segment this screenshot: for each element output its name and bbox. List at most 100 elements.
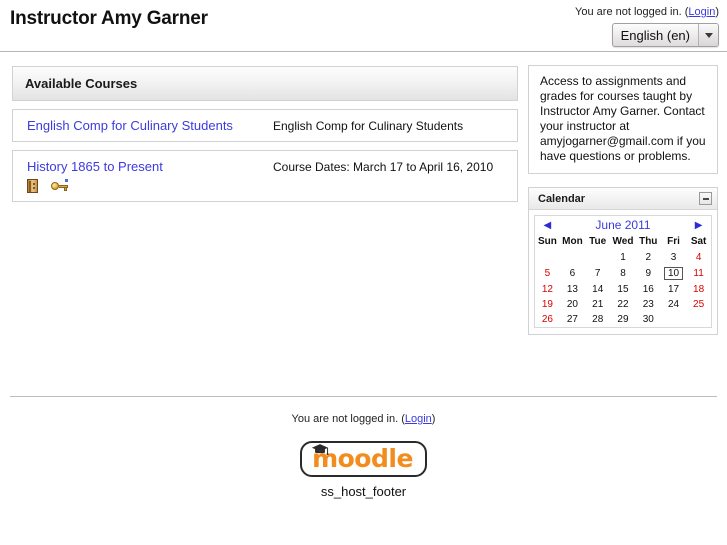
calendar-dayname: Sun xyxy=(537,236,557,247)
course-row[interactable]: English Comp for Culinary Students Engli… xyxy=(12,109,518,142)
calendar-day[interactable]: 25 xyxy=(686,297,711,312)
calendar-next-month[interactable]: ▶ xyxy=(686,216,711,235)
calendar-day[interactable]: 22 xyxy=(610,297,635,312)
language-select[interactable]: English (en) xyxy=(611,23,719,47)
calendar-day[interactable]: 7 xyxy=(585,265,610,282)
site-info-text: Access to assignments and grades for cou… xyxy=(540,74,706,163)
calendar-block: Calendar ◀ June 2011 ▶ Sun Mon Tue Wed T… xyxy=(528,187,718,335)
calendar-day-empty xyxy=(661,312,686,328)
page-body: Available Courses English Comp for Culin… xyxy=(0,52,727,396)
calendar-month-cell: June 2011 xyxy=(560,216,686,235)
calendar-day-label: 10 xyxy=(663,267,684,280)
calendar-day-empty xyxy=(535,250,560,265)
calendar-day[interactable]: 30 xyxy=(636,312,661,328)
site-info-block: Access to assignments and grades for cou… xyxy=(528,65,718,174)
calendar-day[interactable]: 14 xyxy=(585,282,610,297)
chevron-down-icon[interactable] xyxy=(698,24,718,46)
calendar-dayname: Sat xyxy=(690,236,707,247)
calendar-prev-month[interactable]: ◀ xyxy=(535,216,560,235)
course-row[interactable]: History 1865 to Present Course Dates: Ma… xyxy=(12,150,518,202)
calendar-block-header: Calendar xyxy=(529,188,717,210)
calendar-day-empty xyxy=(560,250,585,265)
calendar-day[interactable]: 23 xyxy=(636,297,661,312)
footer-login-link[interactable]: Login xyxy=(405,413,432,425)
calendar-day[interactable]: 12 xyxy=(535,282,560,297)
calendar-day-today[interactable]: 10 xyxy=(661,265,686,282)
page-header: Instructor Amy Garner You are not logged… xyxy=(0,0,727,52)
minus-icon[interactable] xyxy=(699,192,712,205)
course-summary: Course Dates: March 17 to April 16, 2010 xyxy=(273,160,494,174)
login-status-text: You are not logged in. ( xyxy=(575,6,689,18)
calendar-week-row: 5 6 7 8 9 10 11 xyxy=(535,265,712,282)
mini-calendar: ◀ June 2011 ▶ Sun Mon Tue Wed Thu Fri Sa… xyxy=(534,215,712,328)
main-content-region: Available Courses English Comp for Culin… xyxy=(12,66,518,202)
sidebar-region: Access to assignments and grades for cou… xyxy=(528,65,718,348)
calendar-dayname: Wed xyxy=(612,236,634,247)
triangle-left-icon[interactable]: ◀ xyxy=(544,220,552,231)
calendar-dayname: Tue xyxy=(589,236,607,247)
course-info: English Comp for Culinary Students xyxy=(27,118,273,133)
calendar-dayname-row: Sun Mon Tue Wed Thu Fri Sat xyxy=(535,234,712,250)
login-status: You are not logged in. (Login) xyxy=(575,6,719,18)
calendar-day[interactable]: 2 xyxy=(636,250,661,265)
calendar-day[interactable]: 1 xyxy=(610,250,635,265)
calendar-day[interactable]: 28 xyxy=(585,312,610,328)
calendar-title: Calendar xyxy=(538,192,586,205)
calendar-dayname: Fri xyxy=(667,236,680,247)
calendar-day[interactable]: 21 xyxy=(585,297,610,312)
course-link[interactable]: History 1865 to Present xyxy=(27,159,163,174)
calendar-day[interactable]: 20 xyxy=(560,297,585,312)
header-right-region: You are not logged in. (Login) English (… xyxy=(575,6,719,47)
calendar-content: ◀ June 2011 ▶ Sun Mon Tue Wed Thu Fri Sa… xyxy=(529,210,717,334)
calendar-day[interactable]: 29 xyxy=(610,312,635,328)
calendar-dayname: Thu xyxy=(639,236,658,247)
calendar-day[interactable]: 16 xyxy=(636,282,661,297)
calendar-day[interactable]: 9 xyxy=(636,265,661,282)
calendar-day[interactable]: 26 xyxy=(535,312,560,328)
calendar-week-row: 19 20 21 22 23 24 25 xyxy=(535,297,712,312)
calendar-day[interactable]: 4 xyxy=(686,250,711,265)
footer-login-close: ) xyxy=(431,413,436,425)
calendar-day[interactable]: 6 xyxy=(560,265,585,282)
calendar-month-label[interactable]: June 2011 xyxy=(595,218,650,232)
calendar-day-empty xyxy=(686,312,711,328)
calendar-day-empty xyxy=(585,250,610,265)
page-title: Instructor Amy Garner xyxy=(10,8,208,29)
course-summary: English Comp for Culinary Students xyxy=(273,119,464,133)
moodle-logo-wrap: moodle xyxy=(0,441,727,477)
calendar-day[interactable]: 24 xyxy=(661,297,686,312)
calendar-day[interactable]: 15 xyxy=(610,282,635,297)
calendar-weeks: 1 2 3 4 5 6 7 8 9 10 11 12 13 14 15 16 17 18 19 20 21 22 23 24 2… xyxy=(535,250,712,328)
footer-login-status: You are not logged in. (Login) xyxy=(0,413,727,425)
footer-divider xyxy=(10,396,717,397)
calendar-week-row: 1234 xyxy=(535,250,712,265)
language-select-value: English (en) xyxy=(620,27,690,43)
course-name: History 1865 to Present xyxy=(27,159,163,174)
calendar-day[interactable]: 17 xyxy=(661,282,686,297)
page-footer: You are not logged in. (Login) moodle ss… xyxy=(0,396,727,499)
triangle-right-icon[interactable]: ▶ xyxy=(695,220,703,231)
moodle-logo[interactable]: moodle xyxy=(300,441,427,477)
course-icon-row xyxy=(27,178,273,193)
course-name: English Comp for Culinary Students xyxy=(27,118,233,133)
login-status-close: ) xyxy=(715,6,719,18)
enrolment-key-icon[interactable] xyxy=(51,178,69,193)
login-link[interactable]: Login xyxy=(688,6,715,18)
course-link[interactable]: English Comp for Culinary Students xyxy=(27,118,233,133)
calendar-nav-row: ◀ June 2011 ▶ xyxy=(535,216,712,235)
calendar-day[interactable]: 3 xyxy=(661,250,686,265)
calendar-day[interactable]: 8 xyxy=(610,265,635,282)
calendar-day[interactable]: 11 xyxy=(686,265,711,282)
footer-login-text: You are not logged in. ( xyxy=(291,413,405,425)
course-info: History 1865 to Present xyxy=(27,159,273,193)
calendar-week-row: 12 13 14 15 16 17 18 xyxy=(535,282,712,297)
calendar-day[interactable]: 27 xyxy=(560,312,585,328)
summary-icon[interactable] xyxy=(27,178,38,193)
footer-hostname: ss_host_footer xyxy=(320,484,407,499)
calendar-day[interactable]: 19 xyxy=(535,297,560,312)
calendar-day[interactable]: 5 xyxy=(535,265,560,282)
calendar-dayname: Mon xyxy=(562,236,583,247)
calendar-day[interactable]: 18 xyxy=(686,282,711,297)
available-courses-heading: Available Courses xyxy=(12,66,518,101)
calendar-day[interactable]: 13 xyxy=(560,282,585,297)
